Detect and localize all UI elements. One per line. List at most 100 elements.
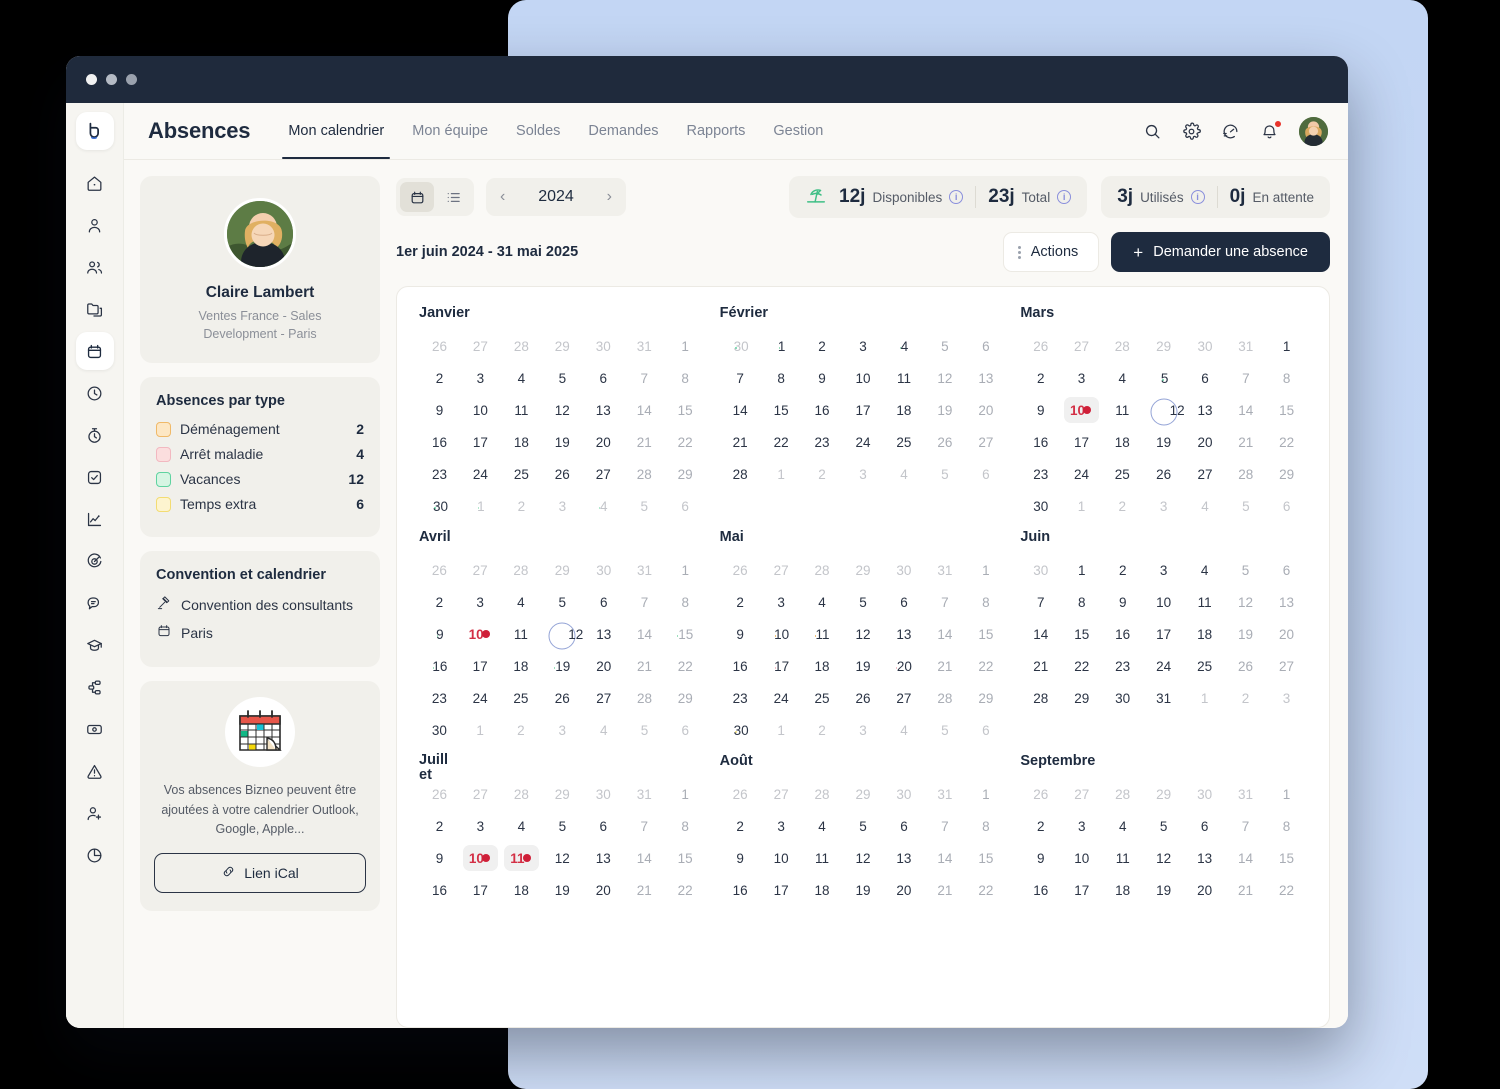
calendar-day[interactable]: 1 bbox=[965, 555, 1006, 585]
calendar-day[interactable]: 16 bbox=[419, 427, 460, 457]
calendar-day[interactable]: 10 bbox=[1061, 843, 1102, 873]
calendar-day[interactable]: 21 bbox=[624, 651, 665, 681]
calendar-day[interactable]: 6 bbox=[965, 459, 1006, 489]
calendar-day[interactable]: 20 bbox=[1266, 619, 1307, 649]
calendar-day[interactable]: 24 bbox=[460, 459, 501, 489]
calendar-day[interactable]: 31 bbox=[924, 555, 965, 585]
window-maximize-dot[interactable] bbox=[126, 74, 137, 85]
rail-item-training[interactable] bbox=[76, 626, 114, 664]
calendar-day[interactable]: 15 bbox=[1266, 843, 1307, 873]
calendar-day[interactable]: 20 bbox=[965, 395, 1006, 425]
calendar-day[interactable]: 22 bbox=[665, 651, 706, 681]
calendar-day[interactable]: 22 bbox=[1061, 651, 1102, 681]
calendar-day[interactable]: 15 bbox=[761, 395, 802, 425]
calendar-day[interactable]: 5 bbox=[1143, 363, 1185, 393]
calendar-day[interactable]: 30 bbox=[720, 715, 761, 745]
calendar-day[interactable]: 28 bbox=[501, 555, 542, 585]
calendar-day[interactable]: 2 bbox=[1020, 811, 1061, 841]
calendar-day[interactable]: 9 bbox=[419, 619, 460, 649]
calendar-day[interactable]: 25 bbox=[883, 427, 924, 457]
calendar-day[interactable]: 29 bbox=[541, 555, 583, 585]
rail-item-analytics[interactable] bbox=[76, 500, 114, 538]
calendar-day[interactable]: 3 bbox=[1061, 811, 1102, 841]
calendar-day[interactable]: 14 bbox=[1225, 395, 1266, 425]
calendar-day[interactable]: 4 bbox=[1184, 555, 1225, 585]
calendar-day[interactable]: 17 bbox=[1061, 875, 1102, 905]
calendar-day[interactable]: 11 bbox=[1184, 587, 1225, 617]
calendar-day[interactable]: 24 bbox=[761, 683, 802, 713]
calendar-day[interactable]: 9 bbox=[802, 363, 843, 393]
calendar-day[interactable]: 3 bbox=[460, 363, 501, 393]
calendar-day[interactable]: 4 bbox=[1185, 491, 1226, 521]
calendar-day[interactable]: 4 bbox=[802, 587, 843, 617]
calendar-day[interactable]: 5 bbox=[542, 811, 583, 841]
calendar-day[interactable]: 17 bbox=[1143, 619, 1184, 649]
calendar-day[interactable]: 25 bbox=[501, 683, 542, 713]
calendar-day[interactable]: 10 bbox=[460, 619, 501, 649]
calendar-day[interactable]: 22 bbox=[1266, 427, 1307, 457]
calendar-day[interactable]: 30 bbox=[1020, 555, 1061, 585]
calendar-day[interactable]: 29 bbox=[542, 331, 583, 361]
calendar-day[interactable]: 17 bbox=[460, 427, 501, 457]
calendar-day[interactable]: 5 bbox=[624, 715, 665, 745]
calendar-day[interactable]: 4 bbox=[501, 587, 542, 617]
calendar-day[interactable]: 6 bbox=[583, 587, 624, 617]
calendar-day[interactable]: 29 bbox=[1143, 779, 1184, 809]
calendar-day[interactable]: 6 bbox=[883, 587, 924, 617]
calendar-day[interactable]: 27 bbox=[883, 683, 924, 713]
rail-item-goals[interactable] bbox=[76, 542, 114, 580]
rail-item-workflow[interactable] bbox=[76, 668, 114, 706]
calendar-day[interactable]: 2 bbox=[1225, 683, 1266, 713]
calendar-day[interactable]: 15 bbox=[1266, 395, 1307, 425]
calendar-day[interactable]: 14 bbox=[924, 843, 965, 873]
calendar-day[interactable]: 27 bbox=[761, 779, 802, 809]
calendar-day[interactable]: 17 bbox=[843, 395, 884, 425]
calendar-day[interactable]: 1 bbox=[965, 779, 1006, 809]
calendar-day[interactable]: 5 bbox=[1225, 555, 1266, 585]
calendar-day[interactable]: 29 bbox=[1143, 331, 1185, 361]
rail-item-messages[interactable] bbox=[76, 584, 114, 622]
tab-mon-equipe[interactable]: Mon équipe bbox=[398, 103, 502, 159]
calendar-day[interactable]: 24 bbox=[1143, 651, 1184, 681]
calendar-day[interactable]: 30 bbox=[1185, 331, 1226, 361]
absence-type-row[interactable]: Déménagement2 bbox=[156, 421, 364, 437]
calendar-day[interactable]: 14 bbox=[720, 395, 761, 425]
calendar-day[interactable]: 3 bbox=[1061, 363, 1102, 393]
calendar-day[interactable]: 22 bbox=[965, 875, 1006, 905]
calendar-day[interactable]: 27 bbox=[583, 459, 624, 489]
calendar-day[interactable]: 6 bbox=[583, 811, 624, 841]
calendar-day[interactable]: 26 bbox=[1225, 651, 1266, 681]
calendar-day[interactable]: 17 bbox=[1061, 427, 1102, 457]
calendar-day[interactable]: 18 bbox=[802, 875, 843, 905]
actions-button[interactable]: Actions bbox=[1003, 232, 1100, 272]
calendar-day[interactable]: 28 bbox=[1102, 331, 1143, 361]
calendar-day[interactable]: 14 bbox=[624, 619, 665, 649]
rail-item-tasks[interactable] bbox=[76, 458, 114, 496]
calendar-day[interactable]: 5 bbox=[1225, 491, 1266, 521]
calendar-day[interactable]: 25 bbox=[501, 459, 542, 489]
calendar-day[interactable]: 13 bbox=[583, 619, 624, 649]
calendar-day[interactable]: 9 bbox=[419, 843, 460, 873]
calendar-day[interactable]: 6 bbox=[1266, 555, 1307, 585]
ical-link-button[interactable]: Lien iCal bbox=[154, 853, 366, 893]
calendar-day[interactable]: 21 bbox=[924, 651, 965, 681]
calendar-day[interactable]: 21 bbox=[1225, 875, 1266, 905]
tab-mon-calendrier[interactable]: Mon calendrier bbox=[274, 103, 398, 159]
calendar-day[interactable]: 28 bbox=[624, 459, 665, 489]
calendar-day[interactable]: 1 bbox=[1061, 491, 1102, 521]
calendar-day[interactable]: 28 bbox=[802, 779, 843, 809]
calendar-day[interactable]: 7 bbox=[624, 811, 665, 841]
calendar-day[interactable]: 12 bbox=[542, 395, 583, 425]
rail-item-home[interactable] bbox=[76, 164, 114, 202]
calendar-day[interactable]: 12 bbox=[1225, 587, 1266, 617]
calendar-day[interactable]: 8 bbox=[1266, 363, 1307, 393]
bell-icon[interactable] bbox=[1260, 122, 1279, 141]
calendar-day[interactable]: 1 bbox=[665, 331, 706, 361]
calendar-day[interactable]: 10 bbox=[460, 395, 501, 425]
calendar-day[interactable]: 26 bbox=[419, 555, 460, 585]
calendar-day[interactable]: 18 bbox=[1102, 427, 1143, 457]
calendar-day[interactable]: 21 bbox=[624, 427, 665, 457]
calendar-day[interactable]: 15 bbox=[965, 843, 1006, 873]
calendar-day[interactable]: 20 bbox=[583, 651, 624, 681]
calendar-day[interactable]: 30 bbox=[883, 555, 924, 585]
